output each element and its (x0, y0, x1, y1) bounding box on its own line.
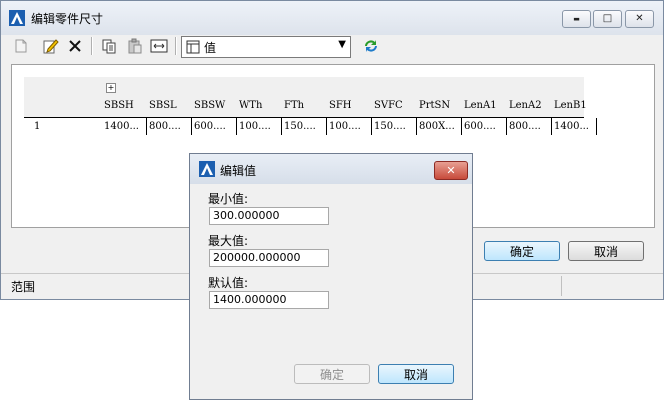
close-button[interactable]: ✕ (625, 10, 654, 28)
column-header[interactable]: PrtSN (417, 97, 462, 115)
status-divider (561, 276, 562, 296)
new-icon (15, 39, 27, 53)
grid-cell[interactable]: 800.... (147, 118, 192, 135)
edit-button[interactable] (41, 36, 61, 56)
edit-value-dialog: 编辑值 ✕ 最小值: 300.000000 最大值: 200000.000000… (189, 153, 473, 400)
app-logo-icon (199, 161, 215, 177)
toolbar-separator (175, 37, 177, 55)
grid-cell[interactable]: 150.... (372, 118, 417, 135)
paste-icon (128, 38, 142, 54)
value-column-icon (186, 40, 200, 54)
title-bar[interactable]: 编辑零件尺寸 ▬ □ ✕ (1, 1, 663, 35)
row-index[interactable]: 1 (24, 118, 102, 135)
grid-cell[interactable]: 800X... (417, 118, 462, 135)
column-header[interactable]: SBSH (102, 97, 147, 115)
dialog-cancel-button[interactable]: 取消 (378, 364, 454, 384)
insert-value-button[interactable] (149, 36, 169, 56)
column-header[interactable]: LenA1 (462, 97, 507, 115)
max-value-label: 最大值: (208, 234, 249, 248)
value-type-combo-text: 值 (204, 41, 217, 55)
new-row-button[interactable] (11, 36, 31, 56)
copy-icon (102, 39, 116, 54)
value-type-combo[interactable]: 值 ▼ (181, 36, 351, 58)
column-header[interactable]: SBSW (192, 97, 237, 115)
grid-cell[interactable]: 1400... (552, 118, 597, 135)
grid-cell[interactable]: 150.... (282, 118, 327, 135)
dialog-close-button[interactable]: ✕ (434, 161, 468, 180)
grid-cell[interactable]: 600.... (192, 118, 237, 135)
expand-collapse-toggle[interactable]: + (106, 83, 116, 93)
close-icon: ✕ (446, 164, 456, 177)
column-header[interactable]: SFH (327, 97, 372, 115)
toolbar-separator (91, 37, 93, 55)
column-header[interactable]: FTh (282, 97, 327, 115)
edit-pencil-icon (43, 39, 59, 54)
default-value-label: 默认值: (208, 276, 249, 290)
refresh-arrows-icon (365, 40, 377, 52)
ok-button[interactable]: 确定 (484, 241, 560, 261)
delete-button[interactable] (65, 36, 85, 56)
column-header[interactable]: LenA2 (507, 97, 552, 115)
paste-button[interactable] (125, 36, 145, 56)
copy-button[interactable] (99, 36, 119, 56)
delete-x-icon (69, 40, 81, 52)
chevron-down-icon[interactable]: ▼ (338, 39, 346, 50)
default-value-field[interactable]: 1400.000000 (209, 291, 329, 309)
maximize-icon: □ (602, 13, 613, 24)
dialog-ok-button[interactable]: 确定 (294, 364, 370, 384)
dialog-title: 编辑值 (220, 164, 257, 178)
grid-cell[interactable]: 800.... (507, 118, 552, 135)
cancel-button[interactable]: 取消 (568, 241, 644, 261)
min-value-label: 最小值: (208, 192, 249, 206)
max-value-field[interactable]: 200000.000000 (209, 249, 329, 267)
window-title: 编辑零件尺寸 (31, 12, 104, 26)
close-icon: ✕ (635, 13, 644, 24)
column-header[interactable]: SBSL (147, 97, 192, 115)
dimension-grid: + SBSH SBSL SBSW WTh FTh SFH SVFC PrtSN LenA1 Len… (24, 77, 597, 135)
minimize-button[interactable]: ▬ (562, 10, 591, 28)
status-text: 范围 (11, 280, 36, 294)
insert-bracket-icon (150, 39, 168, 53)
column-header[interactable]: SVFC (372, 97, 417, 115)
toolbar: 值 ▼ (9, 34, 659, 60)
dialog-title-bar[interactable]: 编辑值 ✕ (190, 154, 472, 184)
min-value-field[interactable]: 300.000000 (209, 207, 329, 225)
column-header[interactable]: WTh (237, 97, 282, 115)
grid-cell[interactable]: 100.... (327, 118, 372, 135)
grid-cell[interactable]: 600.... (462, 118, 507, 135)
minimize-icon: ▬ (573, 15, 580, 23)
maximize-button[interactable]: □ (593, 10, 622, 28)
column-header[interactable]: LenB1 (552, 97, 597, 115)
refresh-button[interactable] (361, 36, 381, 56)
grid-cell[interactable]: 100.... (237, 118, 282, 135)
app-logo-icon (9, 10, 25, 26)
grid-cell[interactable]: 1400... (102, 118, 147, 135)
